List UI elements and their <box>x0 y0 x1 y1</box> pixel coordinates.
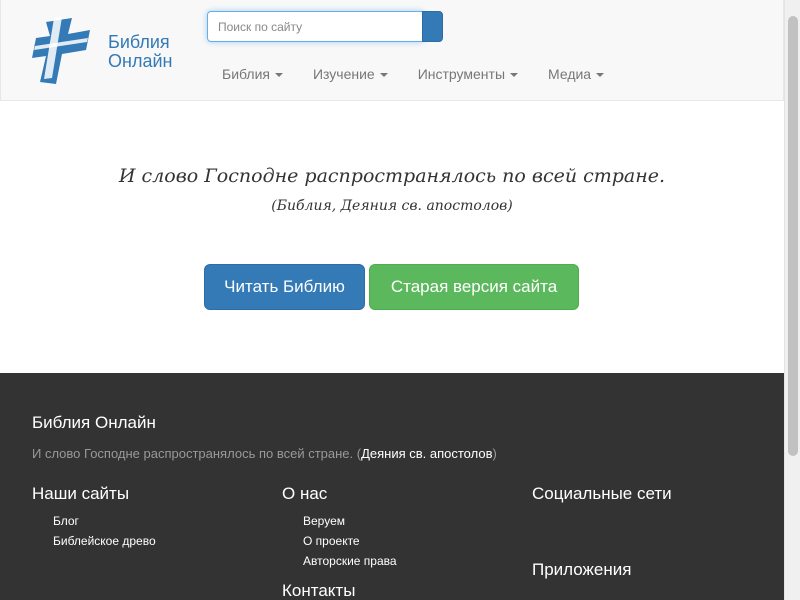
menu-label: Инструменты <box>417 66 506 82</box>
menu-label: Медиа <box>548 66 592 82</box>
scrollbar[interactable] <box>784 0 800 600</box>
quote-source: (Библия, Деяния св. апостолов) <box>271 198 513 214</box>
footer-quote-text: И слово Господне распространялось по все… <box>32 446 362 461</box>
contacts-heading: Контакты <box>282 581 356 600</box>
footer-link-believe[interactable]: Веруем <box>303 511 397 531</box>
caret-down-icon <box>274 73 283 78</box>
footer-title: Библия Онлайн <box>32 413 156 432</box>
cross-logo-icon[interactable] <box>32 16 94 86</box>
site-brand[interactable]: Библия Онлайн <box>108 33 172 71</box>
footer-link-blog[interactable]: Блог <box>53 511 156 531</box>
menu-label: Изучение <box>312 66 375 82</box>
menu-item-study[interactable]: Изучение <box>298 64 403 84</box>
about-heading: О нас <box>282 484 328 503</box>
caret-down-icon <box>596 73 605 78</box>
navbar: Библия Онлайн Библия Изучение Инструмент… <box>0 0 784 101</box>
footer-quote: И слово Господне распространялось по все… <box>32 446 497 461</box>
scroll-thumb[interactable] <box>788 16 798 456</box>
search-input[interactable] <box>207 11 423 42</box>
main-menu: Библия Изучение Инструменты Медиа <box>207 64 619 84</box>
menu-item-bible[interactable]: Библия <box>207 64 298 84</box>
footer-link-bible-tree[interactable]: Библейское древо <box>53 531 156 551</box>
footer-link-about-project[interactable]: О проекте <box>303 531 397 551</box>
quote-text: И слово Господне распространялось по все… <box>118 165 666 187</box>
menu-item-tools[interactable]: Инструменты <box>403 64 533 84</box>
brand-line-1: Библия <box>108 32 170 52</box>
footer-quote-close: ) <box>492 446 497 461</box>
menu-label: Библия <box>222 66 270 82</box>
search-button[interactable] <box>422 11 443 42</box>
menu-item-media[interactable]: Медиа <box>533 64 619 84</box>
about-list: Веруем О проекте Авторские права <box>303 511 397 571</box>
social-heading: Социальные сети <box>532 484 672 503</box>
read-bible-button[interactable]: Читать Библию <box>204 264 365 310</box>
old-site-button[interactable]: Старая версия сайта <box>369 264 579 310</box>
apps-heading: Приложения <box>532 560 632 579</box>
caret-down-icon <box>510 73 519 78</box>
brand-line-2: Онлайн <box>108 51 173 71</box>
caret-down-icon <box>379 73 388 78</box>
footer: Библия Онлайн И слово Господне распростр… <box>0 373 784 600</box>
our-sites-list: Блог Библейское древо <box>53 511 156 551</box>
search-form <box>207 11 443 42</box>
footer-quote-link[interactable]: Деяния св. апостолов <box>361 446 492 461</box>
footer-link-copyright[interactable]: Авторские права <box>303 551 397 571</box>
our-sites-heading: Наши сайты <box>32 484 130 503</box>
